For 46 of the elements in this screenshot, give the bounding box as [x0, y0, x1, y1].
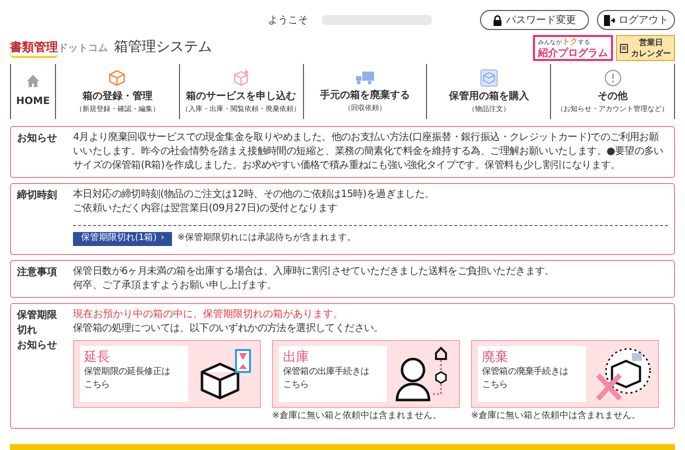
notice-title: 注意事項 [17, 265, 57, 280]
exclamation-icon [604, 68, 622, 87]
notice-title: 切れ [17, 324, 37, 338]
logo-suffix: ドットコム [58, 42, 108, 56]
notice-title: 保管期限 [17, 308, 57, 323]
logo-text: 書類管理 [10, 38, 58, 58]
truck-icon [354, 70, 375, 86]
card-note: ※倉庫に無い箱と依頼中は含まれません。 [272, 410, 443, 423]
card-description: 保管箱の廃棄手続きは [482, 366, 568, 379]
door-exit-icon [604, 14, 614, 26]
box-icon [108, 68, 126, 87]
card-description: こちら [283, 379, 309, 392]
box-icon [480, 68, 498, 87]
option-card[interactable]: 廃棄 保管箱の廃棄手続きは こちら [471, 340, 659, 408]
option-card[interactable]: 出庫 保管箱の出庫手続きは こちら [272, 340, 460, 408]
notice-text: 保管箱の処理については、以下のいずれかの方法を選択してください。 [73, 322, 384, 336]
notice-text: 本日対応の締切時刻(物品のご注文は12時、その他のご依頼は15時)を過ぎました。 [73, 188, 436, 202]
system-title: 箱管理システム [114, 38, 212, 57]
button-note: ※保管期限切れには承認待ちが含まれます。 [177, 232, 356, 246]
alert-text: 現在お預かり中の箱の中に、保管期限切れの箱があります。 [73, 308, 344, 322]
card-description: 保管期限の延長修正は [84, 366, 170, 379]
card-title: 出庫 [283, 349, 309, 366]
calendar-icon [620, 44, 628, 52]
logout-button[interactable]: ログアウト [597, 10, 675, 30]
card-title: 廃棄 [482, 349, 508, 366]
password-change-button[interactable]: パスワード変更 [480, 10, 589, 30]
notice-title: 締切時刻 [17, 188, 57, 203]
notice-text: 保管日数が6ヶ月未満の箱を出庫する場合は、入庫時に割引させていただきました送料をご負担いただきます。 [73, 265, 556, 279]
notice-text: 4月より廃棄回収サービスでの現金集金を取りやめました。他のお支払い方法(口座振替・銀行振込・クレジットカード)でのご利用お願いいたします。昨今の社会情勢を踏まえ接触時間の短縮と、業務の簡素化で料金を維持する為、ご理解お願いいたします。●要望の多いサイズの保管箱(R箱)を作成しました。お求めやすい価格で積み重ねにも強い強化タイプです。保管料も少し割引になります。 [73, 131, 664, 173]
home-link[interactable]: HOME [11, 64, 56, 119]
card-description: 保管箱の出庫手続きは [283, 366, 370, 379]
home-icon [26, 74, 40, 88]
notice-title: お知らせ [17, 132, 57, 146]
card-note: ※倉庫に無い箱と依頼中は含まれません。 [471, 410, 642, 423]
expired-boxes-button[interactable]: 保管期限切れ(1箱) › [73, 232, 172, 246]
option-card[interactable]: 延長 保管期限の延長修正は こちら [73, 340, 261, 408]
notice-text: ご依頼いただく内容は翌営業日(09月27日)の受付となります [73, 202, 338, 216]
welcome-text: ようこそ [268, 14, 308, 28]
business-calendar-button[interactable]: 営業日 カレンダー [616, 35, 675, 61]
box-icon [232, 68, 250, 87]
notice-title: お知らせ [17, 338, 57, 353]
lock-icon [493, 14, 502, 26]
notice-text: 何卒、ご了承頂ますようお願い申し上げます。 [73, 279, 278, 293]
card-description: こちら [482, 379, 508, 392]
card-description: こちら [84, 379, 110, 392]
card-title: 延長 [84, 349, 110, 366]
